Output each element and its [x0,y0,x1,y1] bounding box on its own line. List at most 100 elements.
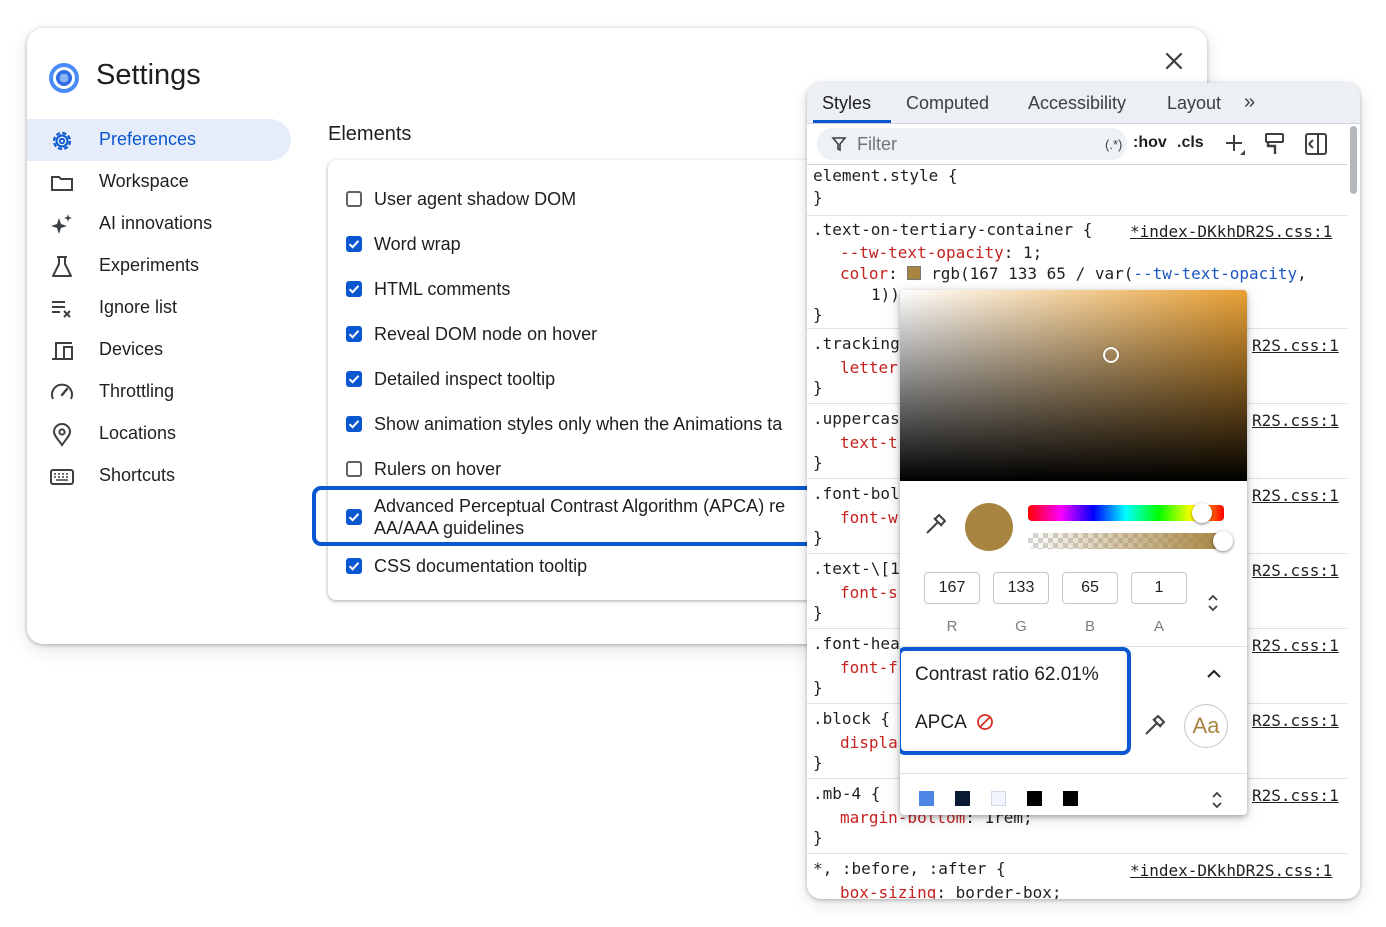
checkbox-unchecked[interactable] [346,461,362,477]
rule-source-link[interactable]: R2S.css:1 [1252,336,1339,355]
rule-selector: .font-bol [813,484,900,503]
checkbox-checked[interactable] [346,371,362,387]
format-toggle-chevrons-icon[interactable] [1206,590,1220,616]
checkbox-checked[interactable] [346,236,362,252]
property-value: rgb(167 133 65 / [931,264,1095,283]
more-tabs-chevron-icon[interactable]: » [1244,91,1255,114]
class-toggle-button[interactable]: .cls [1177,134,1204,152]
sidebar-item-ai-innovations[interactable]: AI innovations [27,203,291,245]
option-label: CSS documentation tooltip [374,556,588,576]
color-selection-handle[interactable] [1103,347,1119,363]
rule-source-link[interactable]: *index-DKkhDR2S.css:1 [1130,222,1332,241]
rule-selector: .uppercas [813,409,900,428]
sidebar-item-label: Preferences [99,129,197,149]
hue-slider-handle[interactable] [1192,503,1212,523]
property-name: displa [840,733,898,752]
rule-selector: .text-on-tertiary-container { [813,220,1093,239]
saturation-value-area[interactable] [900,290,1247,481]
rule-close: } [813,305,823,324]
alpha-slider-handle[interactable] [1213,531,1233,551]
alpha-value-input[interactable]: 1 [1131,572,1187,604]
settings-title: Settings [96,59,201,91]
paint-roller-icon[interactable] [1264,132,1286,156]
scrollbar-thumb[interactable] [1350,126,1357,194]
palette-swatch[interactable] [919,791,934,806]
palette-swatch[interactable] [1027,791,1042,806]
filter-input[interactable] [855,133,1059,156]
sidebar-item-locations[interactable]: Locations [27,413,291,455]
red-value-input[interactable]: 167 [924,572,980,604]
palette-swatch[interactable] [1063,791,1078,806]
option-label: Word wrap [374,234,461,254]
property-line: box-sizing: border-box; [840,882,1062,899]
text-preview-button[interactable]: Aa [1184,704,1228,748]
palette-swatch[interactable] [991,791,1006,806]
rule-source-link[interactable]: R2S.css:1 [1252,711,1339,730]
rule-selector: .text-\[1 [813,559,900,578]
property-line: color: rgb(167 133 65 / var(--tw-text-op… [840,264,1307,283]
blue-value-input[interactable]: 65 [1062,572,1118,604]
sidebar-item-workspace[interactable]: Workspace [27,161,291,203]
property-name: --tw-text-opacity [840,243,1004,262]
rule-close: } [813,378,823,397]
apca-option-highlight [312,486,832,546]
new-style-rule-icon[interactable] [1224,133,1248,157]
rule-selector: .block { [813,709,891,728]
style-rule-universal: *, :before, :after { *index-DKkhDR2S.css… [807,854,1347,899]
option-label: User agent shadow DOM [374,189,577,209]
checkbox-checked[interactable] [346,326,362,342]
scrollbar[interactable] [1347,124,1360,899]
palette-swatch[interactable] [955,791,970,806]
section-heading: Elements [328,123,412,145]
sidebar-item-shortcuts[interactable]: Shortcuts [27,455,291,497]
rule-source-link[interactable]: *index-DKkhDR2S.css:1 [1130,861,1332,880]
contrast-eyedropper-icon[interactable] [1143,713,1167,737]
rule-close: } [813,188,823,207]
property-value: 1; [1023,243,1043,262]
close-icon[interactable] [1162,49,1186,73]
tab-accessibility[interactable]: Accessibility [1028,93,1126,114]
alpha-label: A [1153,618,1164,635]
sidebar-item-ignore-list[interactable]: Ignore list [27,287,291,329]
palette-toggle-chevrons-icon[interactable] [1210,787,1224,813]
tab-computed[interactable]: Computed [906,93,989,114]
rule-close: } [813,528,823,547]
regex-toggle-button[interactable]: (.*) [1105,137,1122,152]
sidebar-item-label: Devices [99,339,164,359]
style-rule-element-style: element.style { } [807,164,1347,216]
property-name: box-sizing [840,883,937,899]
toggle-sidebar-icon[interactable] [1304,132,1328,156]
tab-layout[interactable]: Layout [1167,93,1221,114]
green-value-input[interactable]: 133 [993,572,1049,604]
rule-source-link[interactable]: R2S.css:1 [1252,561,1339,580]
property-name: font-s [840,583,898,602]
checkbox-checked[interactable] [346,558,362,574]
rule-source-link[interactable]: R2S.css:1 [1252,786,1339,805]
sidebar-item-experiments[interactable]: Experiments [27,245,291,287]
rule-source-link[interactable]: R2S.css:1 [1252,411,1339,430]
rule-source-link[interactable]: R2S.css:1 [1252,486,1339,505]
alpha-slider[interactable] [1028,533,1224,549]
checkbox-checked[interactable] [346,416,362,432]
devices-icon [52,342,73,360]
color-swatch[interactable] [907,266,922,280]
property-value-cont: 1)) [871,285,900,304]
checkbox-unchecked[interactable] [346,191,362,207]
rule-source-link[interactable]: R2S.css:1 [1252,636,1339,655]
option-label: Show animation styles only when the Anim… [374,414,783,434]
option-label: Reveal DOM node on hover [374,324,598,344]
gear-icon [52,131,72,151]
sidebar-item-preferences[interactable]: Preferences [27,119,291,161]
hover-state-button[interactable]: :hov [1133,134,1167,152]
rule-selector: element.style { [813,166,958,185]
eyedropper-icon[interactable] [924,512,948,536]
sidebar-item-devices[interactable]: Devices [27,329,291,371]
filter-icon [831,137,847,152]
filter-box: (.*) [817,128,1127,160]
checkbox-checked[interactable] [346,281,362,297]
css-variable[interactable]: --tw-text-opacity [1133,264,1297,283]
property-value-tail: , [1297,264,1307,283]
chevron-up-icon[interactable] [1205,667,1223,681]
sidebar-item-throttling[interactable]: Throttling [27,371,291,413]
tab-styles[interactable]: Styles [822,93,871,114]
